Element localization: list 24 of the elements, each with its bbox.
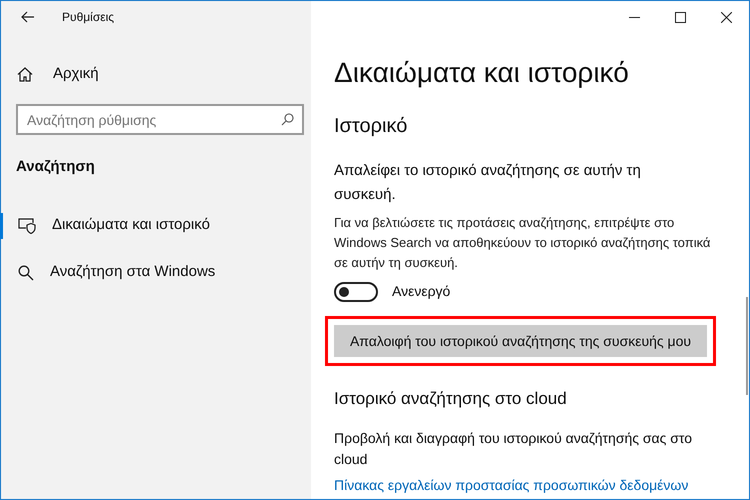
home-icon	[17, 66, 33, 82]
page-title: Δικαιώματα και ιστορικό	[334, 56, 629, 90]
section-heading: Ιστορικό	[334, 114, 408, 139]
search-field[interactable]: Αναζήτηση ρύθμισης	[16, 104, 304, 135]
home-link[interactable]: Αρχική	[17, 61, 311, 87]
toggle-label: Ανενεργό	[392, 282, 450, 301]
search-icon	[18, 264, 34, 280]
close-icon[interactable]	[720, 12, 732, 22]
description-text: Προβολή και διαγραφή του ιστορικού αναζήτησής σας στο cloud	[334, 428, 694, 468]
hint-text: Για να βελτιώσετε τις προτάσεις αναζήτησης, επιτρέψτε στο Windows Search να αποθηκεύουν το ιστορικό αναζήτησης τοπικά σε αυτήν τη συσκευή.	[334, 214, 712, 272]
toggle-switch[interactable]	[334, 282, 378, 302]
minimize-icon[interactable]	[628, 16, 640, 18]
description-text: Απαλείφει το ιστορικό αναζήτησης σε αυτήν τη συσκευή.	[334, 161, 642, 205]
shield-icon	[18, 218, 36, 234]
back-icon[interactable]	[21, 11, 35, 23]
privacy-dashboard-link[interactable]: Πίνακας εργαλείων προστασίας προσωπικών δεδομένων	[334, 474, 688, 496]
search-icon[interactable]	[281, 113, 294, 126]
clear-history-button[interactable]: Απαλοιφή του ιστορικού αναζήτησης της συσκευής μου	[334, 325, 707, 357]
section-heading: Ιστορικό αναζήτησης στο cloud	[334, 388, 567, 410]
scrollbar-thumb[interactable]	[746, 297, 748, 395]
nav-item[interactable]: Αναζήτηση στα Windows	[0, 260, 311, 286]
window-title: Ρυθμίσεις	[62, 9, 114, 26]
maximize-icon[interactable]	[674, 12, 686, 22]
section-heading: Αναζήτηση	[16, 157, 96, 177]
